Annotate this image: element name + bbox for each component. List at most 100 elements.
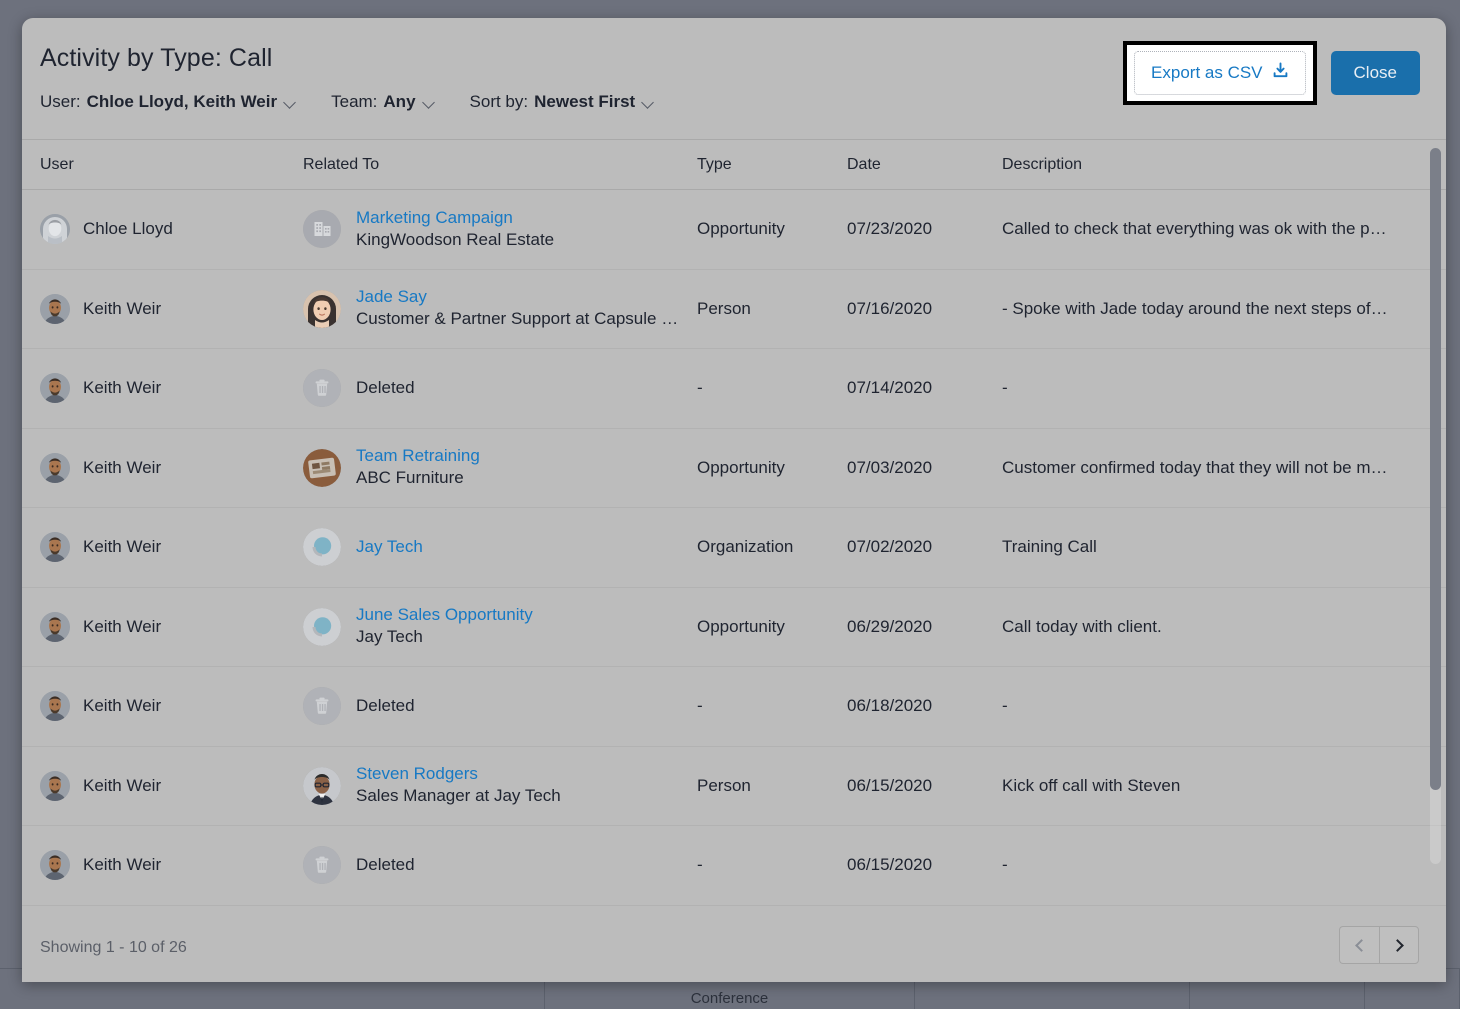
- previous-page-button[interactable]: [1339, 926, 1379, 964]
- cell-type: Opportunity: [697, 617, 847, 637]
- trash-icon: [303, 369, 341, 407]
- cell-description: Kick off call with Steven: [1002, 776, 1428, 796]
- table-row[interactable]: Chloe Lloyd Marketing CampaignKingWoodson…: [22, 190, 1446, 270]
- cell-related-to: Deleted: [303, 369, 697, 407]
- cell-user: Keith Weir: [40, 294, 303, 324]
- filter-sort-by[interactable]: Sort by: Newest First: [470, 92, 655, 112]
- user-name: Keith Weir: [83, 378, 161, 398]
- table-row[interactable]: Keith Weir Deleted -06/18/2020-: [22, 667, 1446, 747]
- table-row[interactable]: Keith Weir Steven RodgersSales Manager at…: [22, 747, 1446, 827]
- cell-description: -: [1002, 378, 1428, 398]
- user-name: Keith Weir: [83, 776, 161, 796]
- dialog-header: Activity by Type: Call User: Chloe Lloyd…: [22, 18, 1446, 139]
- cell-description: Call today with client.: [1002, 617, 1428, 637]
- filter-sort-value: Newest First: [534, 92, 635, 112]
- cell-related-to: Deleted: [303, 687, 697, 725]
- avatar-keith-weir: [40, 850, 70, 880]
- filter-team[interactable]: Team: Any: [331, 92, 434, 112]
- table-header-row: User Related To Type Date Description: [22, 140, 1446, 190]
- pagination: [1339, 926, 1419, 964]
- related-to-link[interactable]: Jay Tech: [356, 536, 423, 558]
- cell-date: 06/15/2020: [847, 855, 1002, 875]
- activity-dialog: Activity by Type: Call User: Chloe Lloyd…: [22, 18, 1446, 982]
- cell-type: Opportunity: [697, 458, 847, 478]
- chevron-down-icon: [643, 98, 654, 105]
- avatar-steven-rodgers: [303, 767, 341, 805]
- user-name: Keith Weir: [83, 458, 161, 478]
- filter-team-value: Any: [383, 92, 415, 112]
- related-to-text: Team RetrainingABC Furniture: [356, 445, 480, 490]
- cell-date: 06/15/2020: [847, 776, 1002, 796]
- related-to-text: Jay Tech: [356, 536, 423, 558]
- avatar-chloe-lloyd: [40, 214, 70, 244]
- cell-date: 06/18/2020: [847, 696, 1002, 716]
- cell-related-to: Steven RodgersSales Manager at Jay Tech: [303, 763, 697, 808]
- dialog-footer: Showing 1 - 10 of 26: [22, 914, 1446, 981]
- user-name: Keith Weir: [83, 696, 161, 716]
- related-to-link[interactable]: Marketing Campaign: [356, 207, 554, 229]
- cell-type: Opportunity: [697, 219, 847, 239]
- related-to-text: Steven RodgersSales Manager at Jay Tech: [356, 763, 561, 808]
- avatar-jade-say: [303, 290, 341, 328]
- chevron-left-icon: [1355, 939, 1368, 952]
- related-to-text: Marketing CampaignKingWoodson Real Estat…: [356, 207, 554, 252]
- close-button[interactable]: Close: [1331, 51, 1420, 95]
- table-row[interactable]: Keith WeirDeleted-07/14/2020-: [22, 349, 1446, 429]
- user-name: Keith Weir: [83, 299, 161, 319]
- cell-date: 07/14/2020: [847, 378, 1002, 398]
- related-to-link[interactable]: Jade Say: [356, 286, 686, 308]
- related-to-link[interactable]: Steven Rodgers: [356, 763, 561, 785]
- cell-date: 07/03/2020: [847, 458, 1002, 478]
- cell-date: 07/16/2020: [847, 299, 1002, 319]
- column-header-description: Description: [1002, 156, 1428, 174]
- cell-date: 07/02/2020: [847, 537, 1002, 557]
- related-to-link[interactable]: June Sales Opportunity: [356, 604, 533, 626]
- table-row[interactable]: Keith WeirJay TechOrganization07/02/2020…: [22, 508, 1446, 588]
- thumbnail-abc-furniture: [303, 449, 341, 487]
- related-to-subtitle: Sales Manager at Jay Tech: [356, 785, 561, 808]
- related-to-subtitle: Jay Tech: [356, 626, 533, 649]
- cell-user: Keith Weir: [40, 850, 303, 880]
- download-icon: [1272, 62, 1289, 84]
- next-page-button[interactable]: [1379, 926, 1419, 964]
- table-row[interactable]: Keith WeirDeleted-06/15/2020-: [22, 826, 1446, 906]
- cell-user: Keith Weir: [40, 691, 303, 721]
- related-to-label: Deleted: [356, 854, 415, 876]
- cell-related-to: Jade SayCustomer & Partner Support at Ca…: [303, 286, 697, 331]
- column-header-date: Date: [847, 156, 1002, 174]
- cell-user: Keith Weir: [40, 453, 303, 483]
- related-to-text: Jade SayCustomer & Partner Support at Ca…: [356, 286, 686, 331]
- cell-description: -: [1002, 696, 1428, 716]
- table-scrollbar[interactable]: [1430, 148, 1441, 864]
- cell-type: -: [697, 696, 847, 716]
- related-to-label: Deleted: [356, 695, 415, 717]
- avatar-keith-weir: [40, 294, 70, 324]
- user-name: Keith Weir: [83, 617, 161, 637]
- dialog-header-actions: Export as CSV Close: [1123, 41, 1420, 105]
- chevron-down-icon: [424, 98, 435, 105]
- cell-description: Customer confirmed today that they will …: [1002, 458, 1428, 478]
- logo-jay-tech: [303, 528, 341, 566]
- cell-related-to: Jay Tech: [303, 528, 697, 566]
- table-row[interactable]: Keith Weir Jade SayCustomer & Partner Sup…: [22, 270, 1446, 350]
- trash-icon: [303, 687, 341, 725]
- user-name: Chloe Lloyd: [83, 219, 173, 239]
- cell-description: Called to check that everything was ok w…: [1002, 219, 1428, 239]
- cell-related-to: Deleted: [303, 846, 697, 884]
- column-header-type: Type: [697, 156, 847, 174]
- export-button-highlight-box: Export as CSV: [1123, 41, 1317, 105]
- avatar-keith-weir: [40, 532, 70, 562]
- user-name: Keith Weir: [83, 537, 161, 557]
- cell-user: Keith Weir: [40, 373, 303, 403]
- table-scrollbar-thumb[interactable]: [1430, 148, 1441, 790]
- filter-team-label: Team:: [331, 92, 377, 112]
- table-row[interactable]: Keith Weir June Sales OpportunityJay Tech…: [22, 588, 1446, 668]
- filter-user-label: User:: [40, 92, 81, 112]
- cell-related-to: June Sales OpportunityJay Tech: [303, 604, 697, 649]
- related-to-link[interactable]: Team Retraining: [356, 445, 480, 467]
- export-as-csv-button[interactable]: Export as CSV: [1134, 51, 1306, 95]
- table-row[interactable]: Keith Weir Team RetrainingABC Furniture Op…: [22, 429, 1446, 509]
- filter-user[interactable]: User: Chloe Lloyd, Keith Weir: [40, 92, 296, 112]
- related-to-text: Deleted: [356, 377, 415, 399]
- background-cell-label: Conference: [691, 990, 769, 1007]
